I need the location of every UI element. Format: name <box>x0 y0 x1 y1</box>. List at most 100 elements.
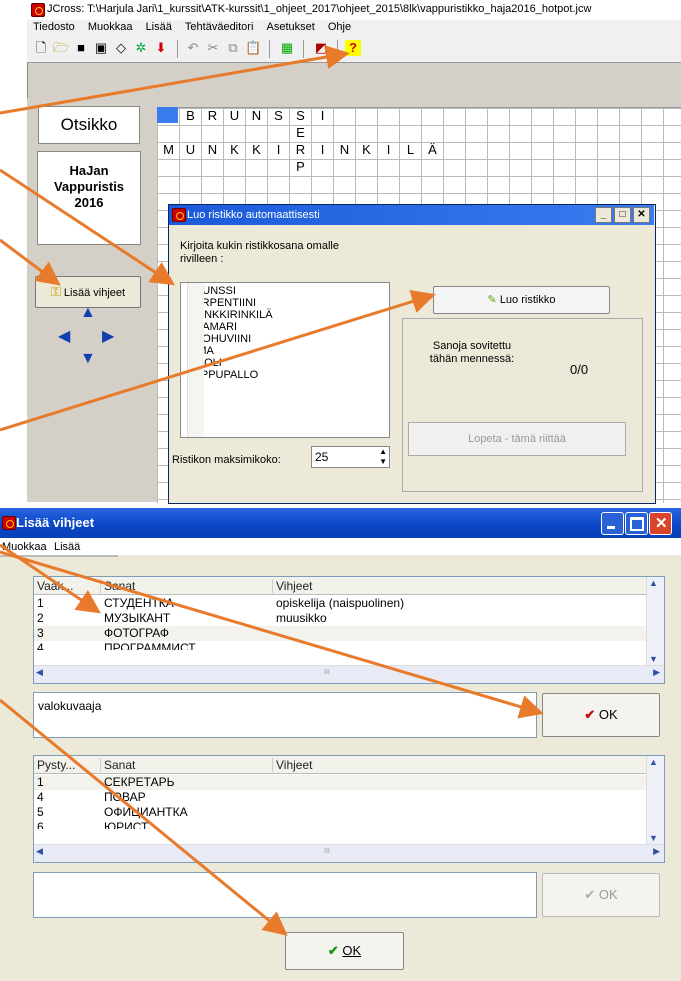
grid-cell[interactable]: L <box>400 142 421 158</box>
menu-tehtavaeditori[interactable]: Tehtäväeditori <box>185 20 254 33</box>
scroll-down-icon[interactable]: ▼ <box>649 833 658 843</box>
grid-cell[interactable]: I <box>268 142 289 158</box>
table-row[interactable]: 4 ПРОГРАММИСТ <box>34 641 647 650</box>
column-header[interactable]: Vihjeet <box>272 579 646 593</box>
menu-ohje[interactable]: Ohje <box>328 20 351 33</box>
scroll-up-icon[interactable]: ▲ <box>649 757 658 767</box>
export-arrow-icon[interactable]: ⬇ <box>153 40 169 56</box>
across-clue-memo[interactable]: valokuvaaja <box>33 692 537 738</box>
table-row[interactable]: 6 ЮРИСТ <box>34 820 647 829</box>
column-header[interactable]: Vaak... <box>34 579 103 593</box>
down-clue-memo[interactable] <box>33 872 537 918</box>
scroll-left-icon[interactable]: ◀ <box>36 846 43 857</box>
close-ok-button[interactable]: ✔ OK <box>285 932 404 970</box>
add-clues-app-icon <box>2 516 16 530</box>
across-ok-button[interactable]: ✔ OK <box>542 693 660 737</box>
arrow-right-icon[interactable]: ▶ <box>102 326 114 346</box>
save-as-icon[interactable]: ▣ <box>93 40 109 56</box>
arrow-up-icon[interactable]: ▲ <box>80 304 96 322</box>
menu-asetukset[interactable]: Asetukset <box>266 20 314 33</box>
grid-cell[interactable]: N <box>334 142 355 158</box>
down-horizontal-scrollbar[interactable]: ◀ III ▶ <box>34 844 664 862</box>
grid-cell[interactable]: B <box>180 108 201 124</box>
grid-cell[interactable]: Ä <box>422 142 443 158</box>
maximize-icon[interactable]: □ <box>614 207 631 223</box>
column-header[interactable]: Vihjeet <box>272 758 646 772</box>
help-icon[interactable]: ? <box>345 40 361 56</box>
down-ok-button-disabled[interactable]: ✔ OK <box>542 873 660 917</box>
grid-cell[interactable]: K <box>246 142 267 158</box>
grid-cell[interactable]: K <box>224 142 245 158</box>
settings-icon[interactable]: ◩ <box>313 40 329 56</box>
close-icon[interactable]: ✕ <box>649 512 672 535</box>
scroll-up-icon[interactable]: ▲ <box>649 578 658 588</box>
save-icon[interactable]: ■ <box>73 40 89 56</box>
otsikko-label[interactable]: Otsikko <box>38 106 140 144</box>
menu-tiedosto[interactable]: Tiedosto <box>33 20 75 33</box>
grid-generate-icon[interactable]: ▦ <box>279 40 295 56</box>
arrow-left-icon[interactable]: ◀ <box>58 326 70 346</box>
grid-cell[interactable]: N <box>202 142 223 158</box>
web-page-icon[interactable]: ✲ <box>133 40 149 56</box>
open-folder-icon[interactable]: 🗁 <box>53 40 69 56</box>
cut-icon[interactable]: ✂ <box>205 40 221 56</box>
grid-cell[interactable]: I <box>312 108 333 124</box>
minimize-icon[interactable] <box>601 512 624 535</box>
across-horizontal-scrollbar[interactable]: ◀ III ▶ <box>34 665 664 683</box>
word-list-textarea[interactable]: BRUNSSI SERPENTIINI MUNKKIRINKILÄ NAAMAR… <box>180 282 390 438</box>
table-row[interactable]: 5 ОФИЦИАНТКА <box>34 805 647 820</box>
word-list-scrollbar[interactable] <box>187 283 204 437</box>
grid-cell[interactable]: S <box>268 108 289 124</box>
create-grid-button[interactable]: ✎ Luo ristikko <box>433 286 610 314</box>
undo-icon[interactable]: ↶ <box>185 40 201 56</box>
grid-cell[interactable]: R <box>290 142 311 158</box>
grid-cell[interactable]: K <box>356 142 377 158</box>
grid-cell[interactable]: M <box>158 142 179 158</box>
new-file-icon[interactable]: 🗋 <box>33 40 49 56</box>
table-row[interactable]: 1 СТУДЕНТКА opiskelija (naispuolinen) <box>34 596 647 611</box>
minimize-icon[interactable]: _ <box>595 207 612 223</box>
table-row[interactable]: 2 МУЗЫКАНТ muusikko <box>34 611 647 626</box>
grid-cell[interactable]: P <box>290 159 311 175</box>
menu-muokkaa[interactable]: Muokkaa <box>2 541 47 553</box>
column-header[interactable]: Pysty... <box>34 758 103 772</box>
scroll-left-icon[interactable]: ◀ <box>36 667 43 678</box>
scroll-right-icon[interactable]: ▶ <box>653 846 660 857</box>
grid-cell[interactable]: E <box>290 125 311 141</box>
menu-muokkaa[interactable]: Muokkaa <box>88 20 133 33</box>
grid-cell[interactable]: U <box>180 142 201 158</box>
down-vertical-scrollbar[interactable]: ▲ ▼ <box>646 756 664 845</box>
scroll-right-icon[interactable]: ▶ <box>653 667 660 678</box>
menu-lisaa[interactable]: Lisää <box>146 20 172 33</box>
arrow-down-icon[interactable]: ▼ <box>80 350 96 368</box>
column-header[interactable]: Sanat <box>100 758 274 772</box>
grid-cell[interactable]: I <box>378 142 399 158</box>
max-size-spinner[interactable]: 25 ▲ ▼ <box>311 446 390 468</box>
grid-cell[interactable]: S <box>290 108 311 124</box>
grid-cell[interactable]: U <box>224 108 245 124</box>
table-row-selected[interactable]: 1 СЕКРЕТАРЬ <box>34 775 647 790</box>
copy-icon[interactable]: ⧉ <box>225 40 241 56</box>
down-table[interactable]: Pysty... Sanat Vihjeet 1 СЕКРЕТАРЬ 4 ПОВ… <box>33 755 665 863</box>
scroll-down-icon[interactable]: ▼ <box>649 654 658 664</box>
table-row-selected[interactable]: 3 ФОТОГРАФ <box>34 626 647 641</box>
across-table[interactable]: Vaak... Sanat Vihjeet 1 СТУДЕНТКА opiske… <box>33 576 665 684</box>
create-grid-title: Luo ristikko automaattisesti <box>187 209 320 221</box>
row-word: ЮРИСТ <box>104 820 149 829</box>
title-box[interactable]: HaJan Vappuristis 2016 <box>37 151 141 245</box>
spinner-arrows-icon[interactable]: ▲ ▼ <box>379 447 387 467</box>
clear-icon[interactable]: ◇ <box>113 40 129 56</box>
stop-button[interactable]: Lopeta - tämä riittää <box>408 422 626 456</box>
maximize-icon[interactable] <box>625 512 648 535</box>
grid-cell[interactable]: N <box>246 108 267 124</box>
across-vertical-scrollbar[interactable]: ▲ ▼ <box>646 577 664 666</box>
close-icon[interactable]: ✕ <box>633 207 650 223</box>
table-row[interactable]: 4 ПОВАР <box>34 790 647 805</box>
title-line: Vappuristis <box>53 179 125 194</box>
paste-icon[interactable]: 📋 <box>245 40 261 56</box>
grid-cell[interactable]: I <box>312 142 333 158</box>
grid-cell[interactable]: R <box>202 108 223 124</box>
column-header[interactable]: Sanat <box>100 579 274 593</box>
menu-lisaa[interactable]: Lisää <box>54 541 80 553</box>
dialog-app-icon <box>172 208 186 222</box>
